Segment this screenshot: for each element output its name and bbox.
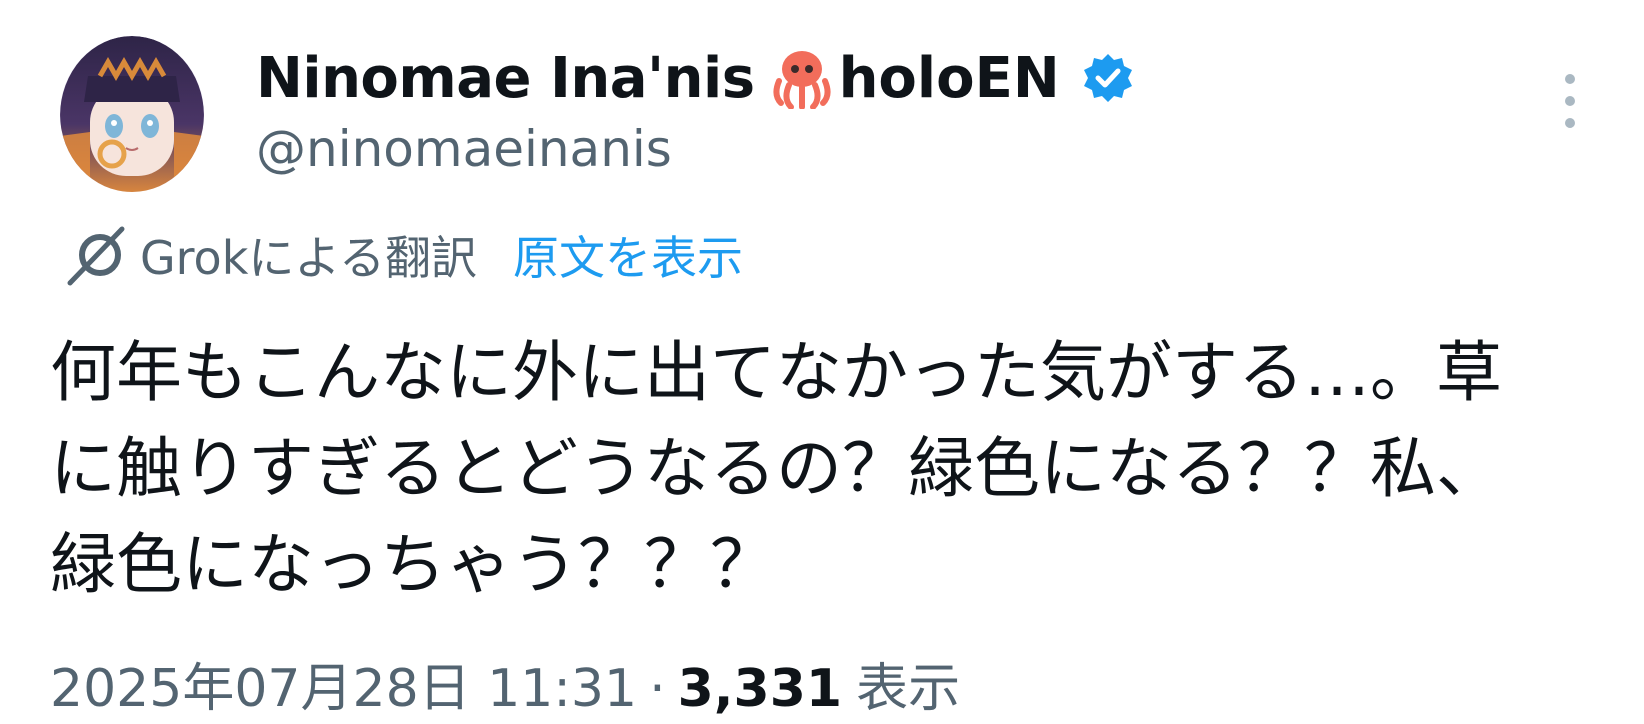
- translation-bar: Grokによる翻訳 原文を表示: [62, 222, 743, 288]
- more-options-icon[interactable]: [1560, 74, 1580, 128]
- tweet-text: 何年もこんなに外に出てなかった気がする…。草に触りすぎるとどうなるの？緑色になる…: [50, 334, 1502, 603]
- meta-separator: ·: [649, 659, 666, 719]
- user-handle[interactable]: @ninomaeinanis: [256, 120, 1134, 178]
- grok-translation-label: Grokによる翻訳: [140, 231, 477, 285]
- display-name-row[interactable]: Ninomae Ina'nis holoEN: [256, 40, 1134, 116]
- octopus-emoji-icon: [773, 51, 831, 109]
- views-count: 3,331: [677, 659, 843, 719]
- tweet-meta: 2025年07月28日 11:31 · 3,331 表示: [50, 646, 960, 721]
- avatar[interactable]: [60, 36, 204, 192]
- show-original-link[interactable]: 原文を表示: [513, 222, 743, 288]
- views-label: 表示: [856, 659, 961, 719]
- author-header: Ninomae Ina'nis holoEN @ninomaeinanis: [256, 40, 1134, 178]
- display-name[interactable]: Ninomae Ina'nis: [256, 46, 755, 111]
- display-name-suffix[interactable]: holoEN: [839, 46, 1060, 111]
- timestamp[interactable]: 2025年07月28日 11:31: [50, 646, 637, 721]
- avatar-image: [60, 36, 204, 192]
- grok-icon: [67, 226, 125, 286]
- verified-badge-icon[interactable]: [1082, 52, 1134, 104]
